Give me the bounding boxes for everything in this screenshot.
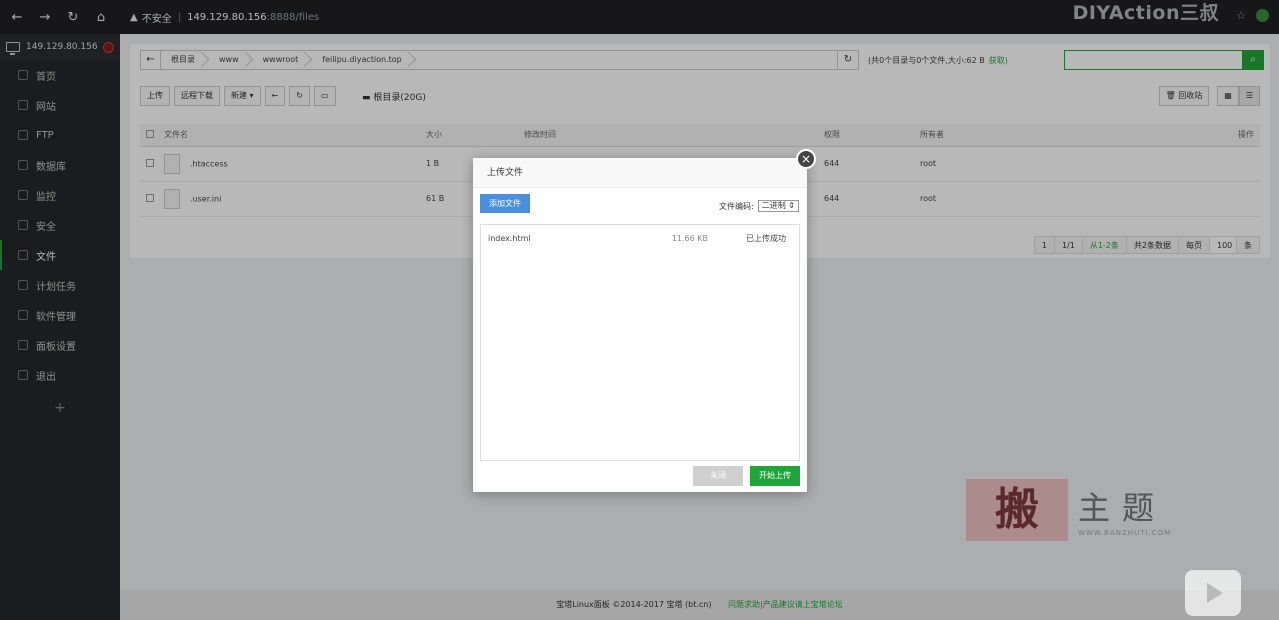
dialog-title: 上传文件 <box>473 158 807 188</box>
start-upload-button[interactable]: 开始上传 <box>750 466 800 486</box>
upload-file-size: 11.66 KB <box>671 233 708 243</box>
site-watermark: 搬 主题 WWW.BANZHUTI.COM <box>966 479 1171 541</box>
encoding-value: 二进制 <box>761 201 786 210</box>
encoding-control: 文件编码: 二进制 ⇕ <box>719 200 799 212</box>
dialog-close-icon[interactable]: × <box>796 149 816 169</box>
watermark-cn: 主题 <box>1078 489 1167 527</box>
encoding-label: 文件编码: <box>719 201 754 211</box>
dialog-close-button[interactable]: 关闭 <box>693 466 743 486</box>
upload-file-status: 已上传成功 <box>746 233 786 243</box>
upload-file-list: index.html 11.66 KB 已上传成功 <box>480 224 800 461</box>
upload-dialog: 上传文件 × 添加文件 文件编码: 二进制 ⇕ index.html 11.66 … <box>473 149 816 492</box>
upload-file-row: index.html 11.66 KB 已上传成功 <box>481 225 799 251</box>
encoding-select[interactable]: 二进制 ⇕ <box>757 200 799 212</box>
watermark-en: WWW.BANZHUTI.COM <box>1078 529 1172 537</box>
upload-file-name: index.html <box>488 233 531 243</box>
video-play-icon <box>1185 570 1241 616</box>
watermark-text: 主题 WWW.BANZHUTI.COM <box>1078 483 1171 537</box>
upload-rows: index.html 11.66 KB 已上传成功 <box>481 225 799 251</box>
watermark-stamp: 搬 <box>966 479 1068 541</box>
add-file-button[interactable]: 添加文件 <box>480 194 530 213</box>
